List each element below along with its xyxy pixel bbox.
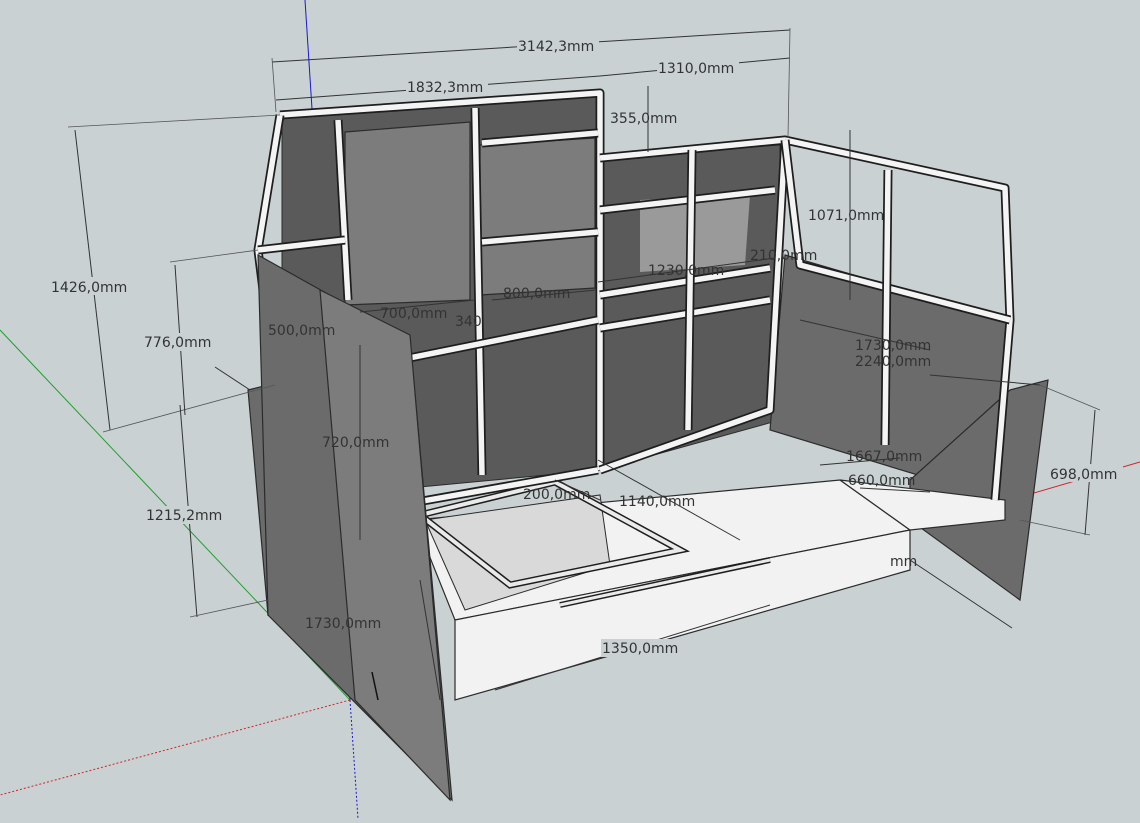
dim-1667: 1667,0mm [846,449,922,465]
dim-500: 500,0mm [268,323,335,339]
dim-1426: 1426,0mm [51,280,127,296]
dim-698: 698,0mm [1050,467,1117,483]
red-axis-dotted [0,699,351,796]
dim-1140: 1140,0mm [619,494,695,510]
dim-1730-right: 1730,0mm [855,338,931,354]
dim-800: 800,0mm [503,286,570,302]
dim-776: 776,0mm [144,335,211,351]
dim-1230: 1230,0mm [648,263,724,279]
dim-720: 720,0mm [322,435,389,451]
dim-mm-fragment: mm [890,554,917,570]
dim-1215: 1215,2mm [146,508,222,524]
dim-1730-left: 1730,0mm [305,616,381,632]
camper-frame-model[interactable]: 3142,3mm 1832,3mm 1310,0mm 355,0mm 1426,… [0,0,1140,820]
back-upper-light-panel[interactable] [344,121,471,306]
dim-1350: 1350,0mm [602,641,678,657]
sketchup-viewport[interactable]: 3142,3mm 1832,3mm 1310,0mm 355,0mm 1426,… [0,0,1140,820]
dim-1071: 1071,0mm [808,208,884,224]
back-upper-right-light-panel[interactable] [479,137,596,296]
dim-210: 210,0mm [750,248,817,264]
dim-340: 340 [455,314,482,330]
dim-660: 660,0mm [848,473,915,489]
dim-200: 200,0mm [523,487,590,503]
dim-1832: 1832,3mm [407,80,483,96]
dim-700: 700,0mm [380,306,447,322]
dim-1310: 1310,0mm [658,61,734,77]
dim-3142: 3142,3mm [518,39,594,55]
dim-355: 355,0mm [610,111,677,127]
blue-axis-dotted [349,699,359,820]
dim-2240: 2240,0mm [855,354,931,370]
